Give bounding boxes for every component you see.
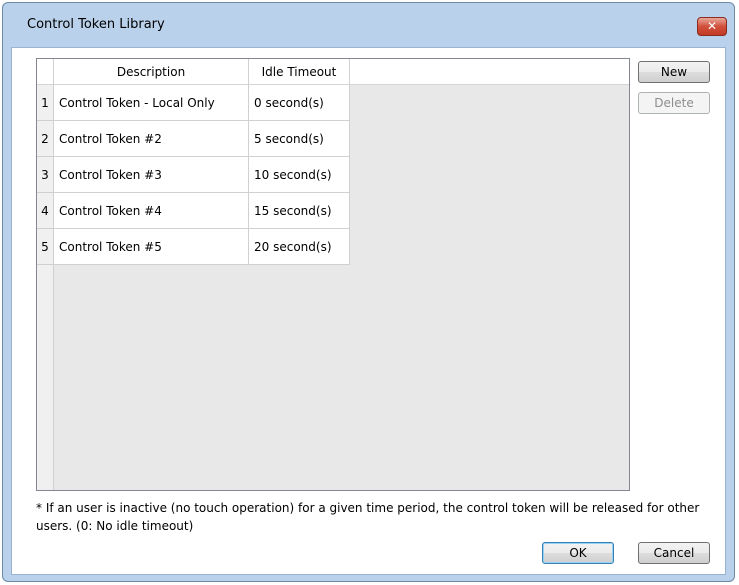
- dialog-title: Control Token Library: [27, 17, 165, 32]
- idle-timeout-footnote: * If an user is inactive (no touch opera…: [36, 501, 700, 533]
- table-row[interactable]: 5 Control Token #5 20 second(s): [37, 229, 350, 265]
- token-grid[interactable]: Description Idle Timeout 1 Control Token…: [36, 58, 630, 491]
- ok-button[interactable]: OK: [542, 542, 614, 564]
- table-row[interactable]: 4 Control Token #4 15 second(s): [37, 193, 350, 229]
- column-header-description[interactable]: Description: [54, 59, 249, 85]
- idle-timeout-cell[interactable]: 20 second(s): [249, 229, 350, 265]
- close-button[interactable]: ✕: [697, 17, 727, 36]
- title-bar[interactable]: Control Token Library ✕: [3, 3, 734, 43]
- description-cell[interactable]: Control Token - Local Only: [54, 85, 249, 121]
- row-number: 1: [37, 85, 54, 121]
- close-icon: ✕: [706, 19, 718, 33]
- header-corner: [37, 59, 54, 85]
- idle-timeout-cell[interactable]: 10 second(s): [249, 157, 350, 193]
- grid-header: Description Idle Timeout: [37, 59, 629, 85]
- table-row[interactable]: 2 Control Token #2 5 second(s): [37, 121, 350, 157]
- description-cell[interactable]: Control Token #2: [54, 121, 249, 157]
- description-cell[interactable]: Control Token #3: [54, 157, 249, 193]
- idle-timeout-cell[interactable]: 5 second(s): [249, 121, 350, 157]
- row-number: 2: [37, 121, 54, 157]
- dialog-body: Description Idle Timeout 1 Control Token…: [11, 47, 726, 575]
- table-row[interactable]: 3 Control Token #3 10 second(s): [37, 157, 350, 193]
- control-token-library-dialog: Control Token Library ✕ Description Idle…: [2, 2, 735, 582]
- row-number: 5: [37, 229, 54, 265]
- description-cell[interactable]: Control Token #5: [54, 229, 249, 265]
- table-row[interactable]: 1 Control Token - Local Only 0 second(s): [37, 85, 350, 121]
- cancel-button[interactable]: Cancel: [638, 542, 710, 564]
- new-button[interactable]: New: [638, 61, 710, 83]
- row-number: 3: [37, 157, 54, 193]
- idle-timeout-cell[interactable]: 0 second(s): [249, 85, 350, 121]
- row-number: 4: [37, 193, 54, 229]
- column-header-idle-timeout[interactable]: Idle Timeout: [249, 59, 350, 85]
- idle-timeout-cell[interactable]: 15 second(s): [249, 193, 350, 229]
- delete-button[interactable]: Delete: [638, 92, 710, 114]
- description-cell[interactable]: Control Token #4: [54, 193, 249, 229]
